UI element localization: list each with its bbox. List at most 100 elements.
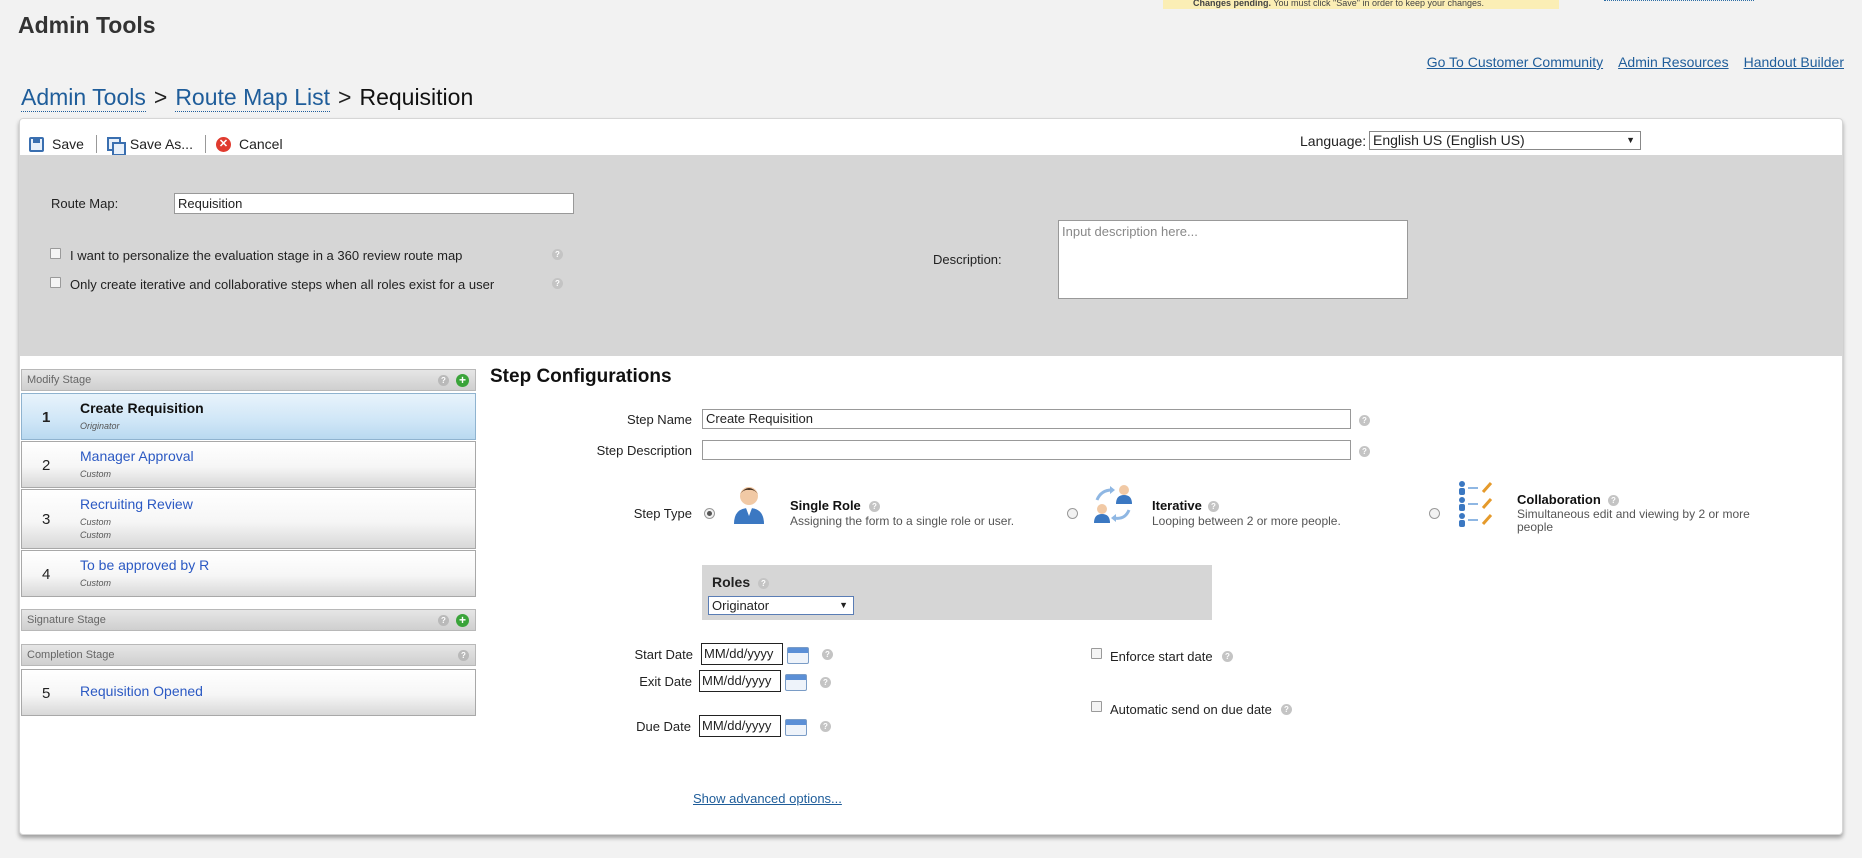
customer-community-link[interactable]: Go To Customer Community — [1427, 54, 1603, 70]
step-name-input[interactable]: Create Requisition — [702, 409, 1351, 429]
banner-text: You must click "Save" in order to keep y… — [1273, 0, 1485, 8]
collaboration-radio[interactable] — [1429, 508, 1440, 519]
help-icon[interactable]: ? — [458, 650, 469, 661]
step-name-label: Step Name — [626, 412, 692, 427]
help-icon[interactable]: ? — [552, 278, 563, 289]
language-select[interactable]: English US (English US) — [1369, 131, 1641, 150]
breadcrumb-admin-tools[interactable]: Admin Tools — [21, 84, 146, 112]
help-icon[interactable]: ? — [1359, 446, 1370, 457]
cancel-button[interactable]: ✕ Cancel — [215, 136, 293, 152]
enforce-start-date-checkbox[interactable] — [1091, 648, 1102, 659]
start-date-input[interactable]: MM/dd/yyyy — [701, 643, 783, 665]
help-icon[interactable]: ? — [869, 501, 880, 512]
iterative-name: Iterative — [1152, 498, 1202, 513]
help-icon[interactable]: ? — [758, 578, 769, 589]
step-role: Custom — [80, 517, 112, 527]
step-description-label: Step Description — [596, 443, 692, 458]
roles-label: Roles — [712, 574, 751, 590]
start-date-value: MM/dd/yyyy — [704, 646, 774, 661]
admin-resources-link[interactable]: Admin Resources — [1618, 54, 1729, 70]
add-step-icon[interactable]: + — [456, 374, 469, 387]
help-icon[interactable]: ? — [1208, 501, 1219, 512]
help-icon[interactable]: ? — [1359, 415, 1370, 426]
route-map-label: Route Map: — [51, 196, 119, 211]
save-as-icon — [106, 136, 126, 156]
top-right-divider — [1604, 0, 1754, 1]
step-item[interactable]: 3 Recruiting Review Custom Custom — [21, 489, 476, 549]
signature-stage-header: Signature Stage ? + — [21, 609, 476, 631]
breadcrumb-route-map-list[interactable]: Route Map List — [175, 84, 331, 112]
iterative-radio[interactable] — [1067, 508, 1078, 519]
help-icon[interactable]: ? — [820, 721, 831, 732]
completion-stage-label: Completion Stage — [27, 649, 115, 661]
toolbar-divider — [204, 135, 206, 153]
enforce-start-date-label: Enforce start date — [1110, 649, 1213, 664]
app-title: Admin Tools — [18, 12, 156, 38]
step-role: Custom — [80, 469, 112, 479]
collaboration-desc: Simultaneous edit and viewing by 2 or mo… — [1517, 507, 1750, 534]
single-role-name: Single Role — [790, 498, 861, 513]
description-textarea[interactable]: Input description here... — [1058, 220, 1408, 299]
help-icon[interactable]: ? — [438, 615, 449, 626]
save-as-label: Save As... — [129, 136, 193, 152]
exit-date-value: MM/dd/yyyy — [702, 673, 772, 688]
step-item[interactable]: 1 Create Requisition Originator — [21, 393, 476, 440]
calendar-icon[interactable] — [785, 674, 807, 691]
add-step-icon[interactable]: + — [456, 614, 469, 627]
roles-value: Originator — [712, 598, 770, 613]
step-number: 5 — [42, 685, 51, 702]
step-role: Custom — [80, 530, 112, 540]
completion-stage-header: Completion Stage ? — [21, 644, 476, 666]
step-item[interactable]: 5 Requisition Opened — [21, 669, 476, 716]
calendar-icon[interactable] — [785, 719, 807, 736]
breadcrumb-separator: > — [338, 84, 352, 110]
due-date-value: MM/dd/yyyy — [702, 718, 772, 733]
help-icon[interactable]: ? — [822, 649, 833, 660]
automatic-send-checkbox[interactable] — [1091, 701, 1102, 712]
help-icon[interactable]: ? — [820, 677, 831, 688]
toolbar: Save Save As... ✕ Cancel — [29, 135, 293, 156]
changes-pending-banner: Changes pending. You must click "Save" i… — [1163, 0, 1559, 9]
help-icon[interactable]: ? — [1608, 495, 1619, 506]
save-button[interactable]: Save — [29, 136, 94, 152]
single-role-icon — [732, 484, 766, 524]
save-label: Save — [52, 136, 84, 152]
help-icon[interactable]: ? — [552, 249, 563, 260]
help-icon[interactable]: ? — [438, 375, 449, 386]
help-icon[interactable]: ? — [1281, 704, 1292, 715]
single-role-radio[interactable] — [704, 508, 715, 519]
handout-builder-link[interactable]: Handout Builder — [1744, 54, 1844, 70]
due-date-input[interactable]: MM/dd/yyyy — [699, 715, 781, 737]
show-advanced-options-link[interactable]: Show advanced options... — [693, 791, 842, 806]
step-type-label: Step Type — [633, 506, 692, 521]
due-date-label: Due Date — [636, 719, 691, 734]
step-title: Recruiting Review — [80, 496, 193, 512]
exit-date-input[interactable]: MM/dd/yyyy — [699, 670, 781, 692]
step-role: Custom — [80, 578, 112, 588]
description-placeholder: Input description here... — [1062, 224, 1198, 239]
save-as-button[interactable]: Save As... — [106, 136, 203, 156]
step-item[interactable]: 4 To be approved by R Custom — [21, 550, 476, 597]
step-item[interactable]: 2 Manager Approval Custom — [21, 441, 476, 488]
iterative-roles-checkbox[interactable] — [50, 277, 61, 288]
toolbar-divider — [95, 135, 97, 153]
breadcrumb-current: Requisition — [359, 84, 474, 110]
banner-bold-text: Changes pending. — [1193, 0, 1272, 8]
signature-stage-label: Signature Stage — [27, 614, 106, 626]
personalize-360-checkbox[interactable] — [50, 248, 61, 259]
step-configurations-title: Step Configurations — [490, 366, 672, 387]
roles-select[interactable]: Originator — [708, 596, 854, 615]
breadcrumb: Admin Tools > Route Map List > Requisiti… — [21, 84, 473, 112]
route-map-value: Requisition — [178, 196, 243, 211]
route-map-input[interactable]: Requisition — [174, 193, 574, 214]
step-role: Originator — [80, 421, 120, 431]
step-description-input[interactable] — [702, 440, 1351, 460]
personalize-360-label: I want to personalize the evaluation sta… — [70, 248, 463, 263]
step-name-value: Create Requisition — [706, 411, 813, 426]
language-value: English US (English US) — [1373, 132, 1525, 148]
help-icon[interactable]: ? — [1222, 651, 1233, 662]
calendar-icon[interactable] — [787, 647, 809, 664]
start-date-label: Start Date — [634, 647, 693, 662]
collaboration-icon — [1456, 480, 1496, 528]
single-role-desc: Assigning the form to a single role or u… — [790, 514, 1015, 528]
